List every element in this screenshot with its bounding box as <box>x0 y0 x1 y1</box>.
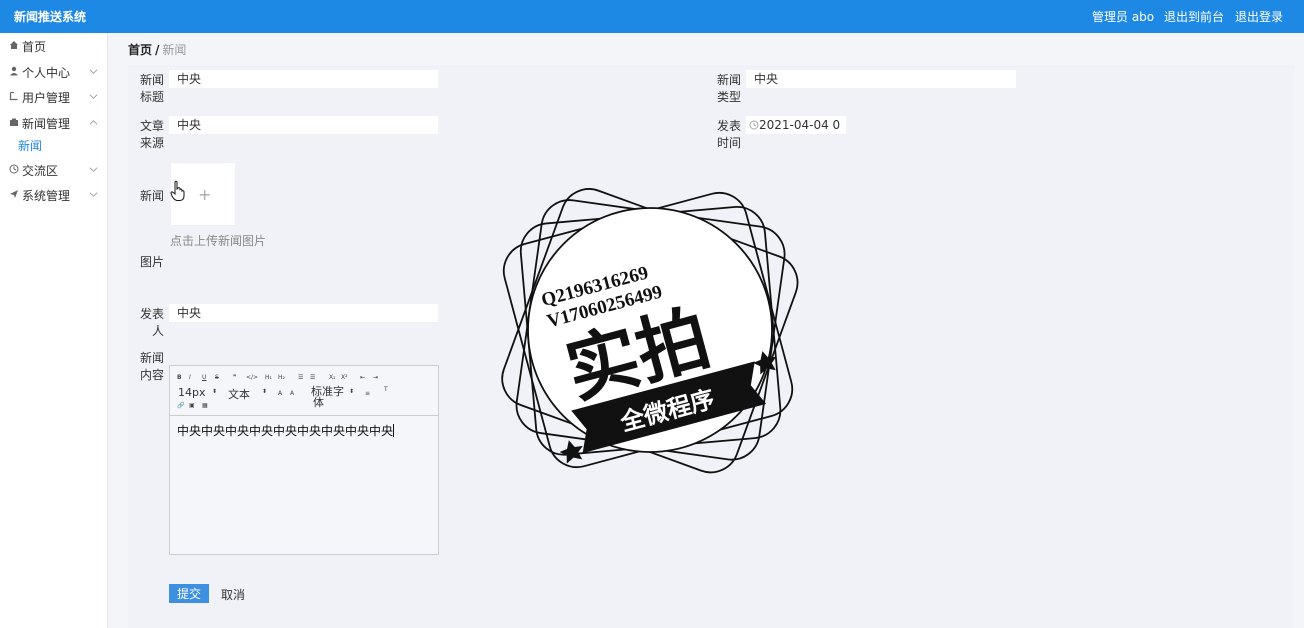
author-input[interactable]: 中央 <box>169 304 438 322</box>
sidebar: 首页 个人中心 用户管理 新闻管理 新闻 交流区 系统管理 <box>0 33 108 628</box>
superscript-button[interactable]: X² <box>341 374 348 381</box>
italic-button[interactable]: I <box>189 374 191 381</box>
editor-toolbar: B I U S ❞ </> H₁ H₂ ☰ ☰ X₂ X² ⇤ ⇥ 14px ⬍… <box>170 366 438 416</box>
content-label-1: 新闻 <box>139 351 164 365</box>
clear-format-button[interactable]: T <box>384 386 388 393</box>
source-label-1: 文章 <box>139 119 164 133</box>
top-header: 新闻推送系统 管理员 abo 退出到前台 退出登录 <box>0 0 1304 33</box>
clock-icon <box>9 164 19 174</box>
sidebar-item-news-management[interactable]: 新闻管理 <box>0 112 108 134</box>
sidebar-item-label: 系统管理 <box>22 189 71 203</box>
bullet-list-button[interactable]: ☰ <box>310 374 315 381</box>
title-label-2: 标题 <box>139 90 164 104</box>
font-color-button[interactable]: A <box>278 390 282 397</box>
image-label-1: 新闻 <box>139 189 164 203</box>
plus-icon: + <box>198 185 212 204</box>
image-button[interactable]: ▣ <box>189 402 195 409</box>
square-icon <box>9 91 18 101</box>
front-link[interactable]: 退出到前台 <box>1164 8 1224 25</box>
source-input[interactable]: 中央 <box>169 116 438 134</box>
logout-link[interactable]: 退出登录 <box>1235 8 1283 25</box>
rich-text-editor: B I U S ❞ </> H₁ H₂ ☰ ☰ X₂ X² ⇤ ⇥ 14px ⬍… <box>169 365 439 555</box>
home-icon <box>10 41 18 49</box>
indent-button[interactable]: ⇥ <box>373 374 378 381</box>
ordered-list-button[interactable]: ☰ <box>298 374 303 381</box>
star-icon <box>559 440 583 464</box>
folder-icon <box>10 118 18 126</box>
background-color-button[interactable]: A <box>290 390 294 397</box>
clock-icon <box>749 120 759 130</box>
image-label-2: 图片 <box>139 255 164 269</box>
sidebar-item-label: 用户管理 <box>22 91 71 105</box>
chevron-down-icon <box>89 192 98 197</box>
underline-button[interactable]: U <box>202 374 206 381</box>
title-input[interactable]: 中央 <box>169 70 438 88</box>
video-button[interactable]: ▦ <box>202 402 208 409</box>
text-style-dropdown-icon: ⬍ <box>262 388 268 395</box>
outdent-button[interactable]: ⇤ <box>360 374 365 381</box>
current-user: 管理员 abo <box>1092 10 1155 24</box>
strike-button[interactable]: S <box>215 374 219 381</box>
sidebar-item-users[interactable]: 用户管理 <box>0 86 108 108</box>
content-label-2: 内容 <box>139 368 164 382</box>
sidebar-item-system[interactable]: 系统管理 <box>0 184 108 206</box>
send-icon <box>10 190 18 198</box>
breadcrumb: 首页 / 新闻 <box>128 41 186 58</box>
subscript-button[interactable]: X₂ <box>329 374 336 381</box>
chevron-up-icon <box>89 120 98 125</box>
chevron-down-icon <box>89 69 98 74</box>
cancel-button[interactable]: 取消 <box>221 586 245 603</box>
type-input[interactable]: 中央 <box>746 70 1016 88</box>
type-label-2: 类型 <box>716 90 741 104</box>
sidebar-item-label: 交流区 <box>22 164 59 178</box>
h2-button[interactable]: H₂ <box>278 374 285 381</box>
time-label-2: 时间 <box>716 136 741 150</box>
font-size-select[interactable]: 14px <box>178 386 206 399</box>
sidebar-item-forum[interactable]: 交流区 <box>0 159 108 181</box>
upload-tip: 点击上传新闻图片 <box>170 234 267 248</box>
app-title: 新闻推送系统 <box>14 10 87 24</box>
hand-cursor-icon <box>170 180 185 201</box>
editor-text: 中央中央中央中央中央中央中央中央中央 <box>177 424 394 438</box>
sidebar-item-label: 首页 <box>22 40 47 54</box>
type-label-1: 新闻 <box>716 73 741 87</box>
code-button[interactable]: </> <box>246 374 258 381</box>
source-label-2: 来源 <box>139 136 164 150</box>
text-style-select[interactable]: 文本 <box>228 386 250 402</box>
sidebar-item-label: 新闻管理 <box>22 117 71 131</box>
h1-button[interactable]: H₁ <box>265 374 272 381</box>
font-family-select-line2[interactable]: 体 <box>313 394 324 410</box>
link-button[interactable]: 🔗 <box>177 402 184 409</box>
editor-content[interactable]: 中央中央中央中央中央中央中央中央中央 <box>177 422 395 439</box>
text-caret <box>393 424 395 437</box>
breadcrumb-separator: / <box>155 43 160 57</box>
submit-button[interactable]: 提交 <box>169 584 209 603</box>
sidebar-item-personal[interactable]: 个人中心 <box>0 61 108 83</box>
bold-button[interactable]: B <box>177 374 182 381</box>
align-button[interactable]: ≡ <box>365 390 370 397</box>
breadcrumb-home[interactable]: 首页 <box>128 43 152 57</box>
font-family-dropdown-icon: ⬍ <box>349 388 355 395</box>
chevron-down-icon <box>89 167 98 172</box>
chevron-down-icon <box>89 94 98 99</box>
sidebar-subitem-news[interactable]: 新闻 <box>18 137 42 154</box>
sidebar-item-label: 个人中心 <box>22 66 71 80</box>
breadcrumb-current: 新闻 <box>162 43 187 57</box>
sidebar-item-home[interactable]: 首页 <box>0 35 108 57</box>
author-label-1: 发表 <box>139 307 164 321</box>
title-label-1: 新闻 <box>139 73 164 87</box>
watermark-stamp: Q2196316269 V17060256499 实拍 全微程序 <box>501 188 799 474</box>
quote-button[interactable]: ❞ <box>233 374 236 381</box>
font-size-dropdown-icon: ⬍ <box>212 388 218 395</box>
time-value: 2021-04-04 0 <box>759 118 841 132</box>
person-icon <box>10 66 18 76</box>
time-label-1: 发表 <box>716 119 741 133</box>
time-input[interactable]: 2021-04-04 0 <box>746 116 846 134</box>
author-label-2: 人 <box>151 324 164 338</box>
